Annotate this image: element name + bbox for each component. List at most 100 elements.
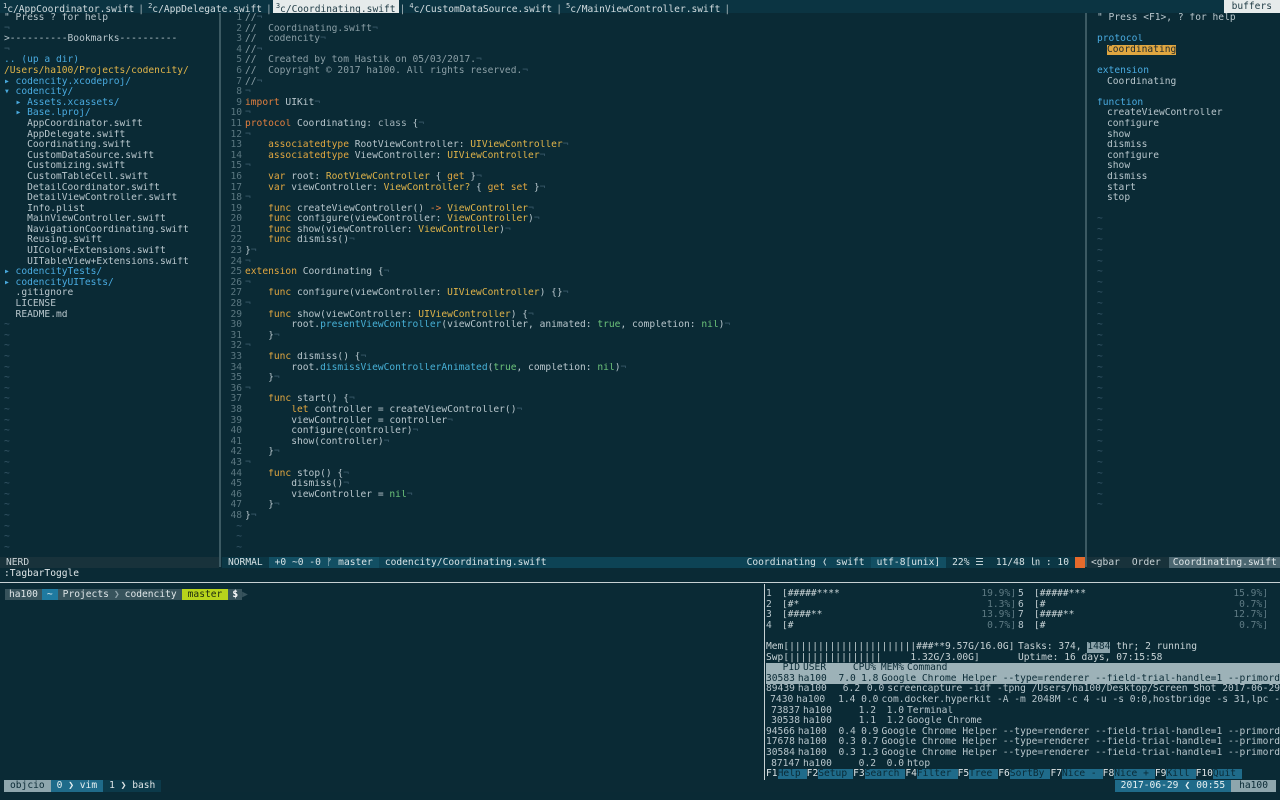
htop-fkey-button[interactable]: Filter xyxy=(916,769,958,779)
htop-process-row[interactable]: 17678 ha100 0.3 0.7 Google Chrome Helper --t… xyxy=(766,737,1280,748)
code-line[interactable]: 38 let controller = createViewController… xyxy=(222,405,1085,416)
tmux-window-1[interactable]: 1 ❯ bash xyxy=(103,780,162,792)
code-line[interactable]: 23}¬ xyxy=(222,246,1085,257)
tagbar-item[interactable]: configure xyxy=(1097,119,1280,130)
code-line[interactable]: 31 }¬ xyxy=(222,331,1085,342)
htop-process-row[interactable]: 73837 ha100 1.2 1.0 Terminal xyxy=(766,706,1280,717)
vim-command-line[interactable]: :TagbarToggle xyxy=(4,568,79,580)
htop-column-header[interactable]: USER xyxy=(800,663,844,674)
tagbar-item[interactable]: Coordinating xyxy=(1097,44,1280,56)
htop-process-row[interactable]: 87147 ha100 0.2 0.0 htop xyxy=(766,759,1280,770)
code-line[interactable]: 21 func show(viewController: ViewControl… xyxy=(222,225,1085,236)
tagbar-item[interactable]: createViewController xyxy=(1097,108,1280,119)
tree-file-item[interactable]: AppDelegate.swift xyxy=(4,130,219,141)
code-line[interactable]: 9 import UIKit¬ xyxy=(222,98,1085,109)
tree-file-item[interactable]: Customizing.swift xyxy=(4,161,219,172)
tree-file-item[interactable]: NavigationCoordinating.swift xyxy=(4,225,219,236)
tree-file-item[interactable]: UIColor+Extensions.swift xyxy=(4,246,219,257)
code-line[interactable]: 16 var root: RootViewController { get }¬ xyxy=(222,172,1085,183)
tree-file-item[interactable]: AppCoordinator.swift xyxy=(4,119,219,130)
tree-dir-item[interactable]: ▸ codencity.xcodeproj/ xyxy=(4,77,219,88)
code-line[interactable]: 28 ¬ xyxy=(222,299,1085,310)
tree-file-item[interactable]: Reusing.swift xyxy=(4,235,219,246)
code-line[interactable]: 47 }¬ xyxy=(222,500,1085,511)
terminal-pane[interactable]: ha100 ~ Projects ❯ codencity master $ ▶ xyxy=(0,585,763,775)
code-line[interactable]: 7//¬ xyxy=(222,77,1085,88)
tmux-pane-divider[interactable] xyxy=(764,584,765,781)
tagbar-item[interactable]: dismiss xyxy=(1097,172,1280,183)
tree-file-item[interactable]: CustomTableCell.swift xyxy=(4,172,219,183)
tab-2[interactable]: 2c/AppDelegate.swift xyxy=(145,0,265,15)
code-line[interactable]: 5// Created by tom Hastik on 05/03/2017.… xyxy=(222,55,1085,66)
tree-dir-item[interactable]: ▸ codencityTests/ xyxy=(4,267,219,278)
htop-column-header[interactable]: Command xyxy=(904,663,947,674)
code-line[interactable]: 19 func createViewController() -> ViewCo… xyxy=(222,204,1085,215)
code-line[interactable]: 48}¬ xyxy=(222,511,1085,522)
tree-file-item[interactable]: DetailViewController.swift xyxy=(4,193,219,204)
tab-1[interactable]: 1c/AppCoordinator.swift xyxy=(0,0,137,15)
code-line[interactable]: 44 func stop() {¬ xyxy=(222,469,1085,480)
code-line[interactable]: 11 protocol Coordinating: class {¬ xyxy=(222,119,1085,130)
code-line[interactable]: 43 ¬ xyxy=(222,458,1085,469)
code-line[interactable]: 40 configure(controller)¬ xyxy=(222,426,1085,437)
htop-process-row[interactable]: 7430 ha100 1.4 0.0 com.docker.hyperkit -A -m… xyxy=(766,695,1280,706)
htop-process-row[interactable]: 30583 ha100 7.0 1.8 Google Chrome Helper --t… xyxy=(766,673,1280,685)
code-line[interactable]: 46 viewController = nil¬ xyxy=(222,490,1085,501)
tree-file-item[interactable]: DetailCoordinator.swift xyxy=(4,183,219,194)
code-line[interactable]: 32 ¬ xyxy=(222,341,1085,352)
tree-file-item[interactable]: UITableView+Extensions.swift xyxy=(4,257,219,268)
htop-fkey-button[interactable]: Setup xyxy=(818,769,854,779)
tree-file-item[interactable]: LICENSE xyxy=(4,299,219,310)
code-line[interactable]: 4//¬ xyxy=(222,45,1085,56)
tree-dir-item[interactable]: ▸ Base.lproj/ xyxy=(4,108,219,119)
code-line[interactable]: 22 func dismiss()¬ xyxy=(222,235,1085,246)
code-line[interactable]: 41 show(controller)¬ xyxy=(222,437,1085,448)
tagbar-order[interactable]: Order xyxy=(1124,557,1169,568)
htop-fkey-button[interactable]: Nice + xyxy=(1114,769,1155,779)
htop-process-row[interactable]: 94566 ha100 0.4 0.9 Google Chrome Helper --t… xyxy=(766,727,1280,738)
htop-fkey-button[interactable]: Nice - xyxy=(1062,769,1103,779)
code-line[interactable]: 10 ¬ xyxy=(222,108,1085,119)
code-line[interactable]: 30 root.presentViewController(viewContro… xyxy=(222,320,1085,331)
vertical-split-divider[interactable] xyxy=(1085,13,1087,567)
tree-file-item[interactable]: MainViewController.swift xyxy=(4,214,219,225)
tree-file-item[interactable]: CustomDataSource.swift xyxy=(4,151,219,162)
code-editor[interactable]: 1//¬ 2// Coordinating.swift¬ 3// codencity… xyxy=(222,13,1085,558)
code-line[interactable]: 13 associatedtype RootViewController: UI… xyxy=(222,140,1085,151)
code-line[interactable]: 8 ¬ xyxy=(222,87,1085,98)
tagbar-item[interactable]: stop xyxy=(1097,193,1280,204)
tree-dir-item[interactable]: ▸ Assets.xcassets/ xyxy=(4,98,219,109)
tagbar-item[interactable]: configure xyxy=(1097,151,1280,162)
code-line[interactable]: 45 dismiss()¬ xyxy=(222,479,1085,490)
htop-process-row[interactable]: 30584 ha100 0.3 1.3 Google Chrome Helper --t… xyxy=(766,748,1280,759)
code-line[interactable]: 42 }¬ xyxy=(222,447,1085,458)
htop-process-row[interactable]: 89439 ha100 6.2 0.0 screencapture -idf -tpng… xyxy=(766,684,1280,695)
htop-fkey-button[interactable]: Kill xyxy=(1166,769,1196,779)
htop-pane[interactable]: 1 [#####**** 19.9%] 5 [#####*** 15.9%] 2 [#* 1.3… xyxy=(766,589,1280,779)
code-line[interactable]: 27 func configure(viewController: UIView… xyxy=(222,288,1085,299)
code-line[interactable]: 14 associatedtype ViewController: UIView… xyxy=(222,151,1085,162)
tab-5[interactable]: 5c/MainViewController.swift xyxy=(563,0,723,15)
htop-fkey-button[interactable]: SortBy xyxy=(1009,769,1051,779)
code-line[interactable]: 35 }¬ xyxy=(222,373,1085,384)
code-line[interactable]: 6// Copyright © 2017 ha100. All rights r… xyxy=(222,66,1085,77)
htop-fkey-button[interactable]: Search xyxy=(864,769,906,779)
vertical-split-divider[interactable] xyxy=(219,13,221,567)
code-line[interactable]: 1//¬ xyxy=(222,13,1085,24)
code-line[interactable]: 24 ¬ xyxy=(222,257,1085,268)
code-line[interactable]: 34 root.dismissViewControllerAnimated(tr… xyxy=(222,363,1085,374)
code-line[interactable]: 26 ¬ xyxy=(222,278,1085,289)
tagbar-item[interactable]: show xyxy=(1097,130,1280,141)
htop-column-header[interactable]: PID xyxy=(766,663,800,674)
tree-file-item[interactable]: README.md xyxy=(4,310,219,321)
tree-file-item[interactable]: Info.plist xyxy=(4,204,219,215)
code-line[interactable]: 18 ¬ xyxy=(222,193,1085,204)
code-line[interactable]: 37 func start() {¬ xyxy=(222,394,1085,405)
tree-file-item[interactable]: .gitignore xyxy=(4,288,219,299)
htop-fkey-button[interactable]: Quit xyxy=(1212,769,1242,779)
tagbar-item[interactable]: Coordinating xyxy=(1097,77,1280,88)
tab-4[interactable]: 4c/CustomDataSource.swift xyxy=(406,0,555,15)
tab-3[interactable]: 3c/Coordinating.swift xyxy=(272,0,399,15)
code-line[interactable]: 29 func show(viewController: UIViewContr… xyxy=(222,310,1085,321)
code-line[interactable]: 15 ¬ xyxy=(222,161,1085,172)
